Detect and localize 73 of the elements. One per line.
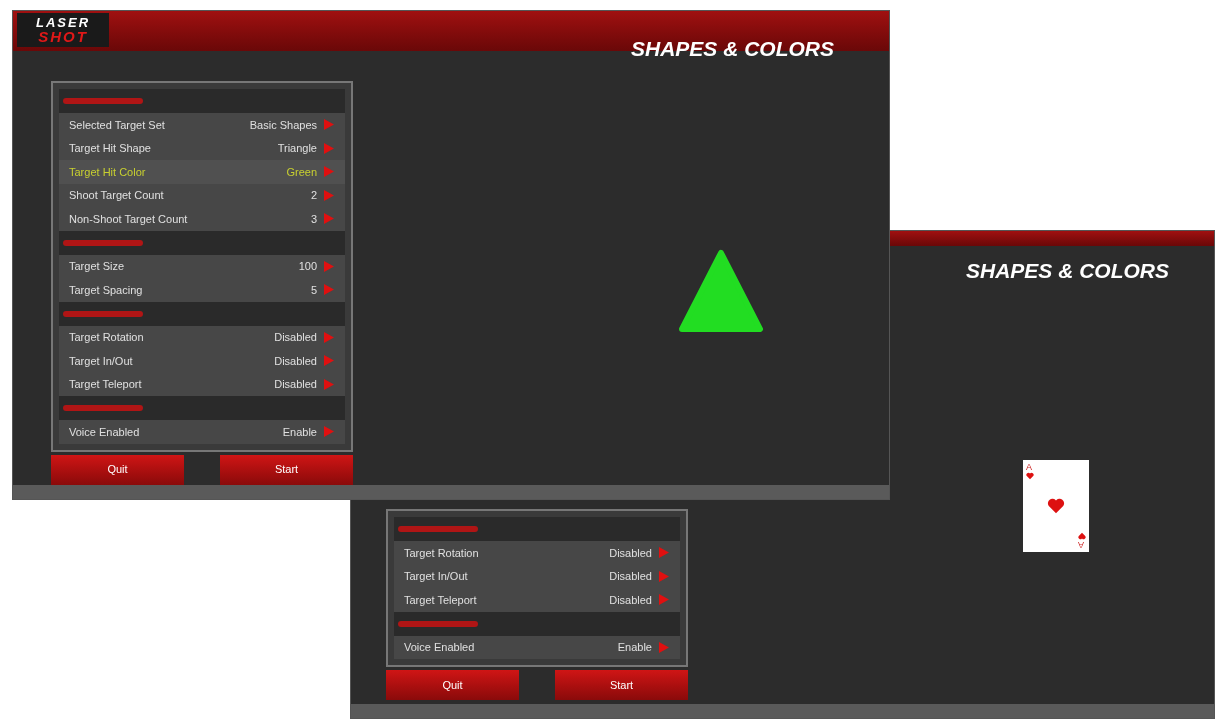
window-title: SHAPES & COLORS [965, 258, 1169, 284]
play-arrow-icon [323, 165, 335, 179]
setting-value: Disabled [274, 330, 317, 345]
menu-button[interactable]: Start [555, 670, 688, 700]
setting-row[interactable]: Target Size 100 [59, 254, 345, 278]
setting-label: Target Teleport [404, 592, 477, 608]
play-arrow-icon [323, 354, 335, 368]
setting-row[interactable]: Target Teleport Disabled [59, 372, 345, 396]
setting-row[interactable]: Target Spacing 5 [59, 278, 345, 302]
card-rank: A [1026, 463, 1032, 472]
setting-value: Disabled [274, 377, 317, 392]
setting-row[interactable]: Target Rotation Disabled [394, 541, 680, 565]
setting-value: 5 [310, 282, 317, 298]
setting-value: Basic Shapes [249, 117, 317, 133]
card-rank: A [1078, 540, 1084, 549]
setting-label: Target Size [69, 259, 125, 274]
play-arrow-icon [323, 118, 335, 132]
play-arrow-icon [658, 569, 670, 583]
setting-label: Target Rotation [69, 330, 144, 345]
setting-value: Enable [282, 424, 317, 440]
play-arrow-icon [323, 212, 335, 226]
setting-value: Triangle [277, 141, 317, 156]
setting-row[interactable]: Shoot Target Count 2 [59, 183, 345, 207]
setting-value: 3 [310, 211, 317, 227]
play-arrow-icon [323, 259, 335, 273]
setting-value: 2 [310, 188, 317, 203]
heart-icon [1026, 472, 1034, 480]
setting-value: Enable [617, 640, 652, 655]
setting-row[interactable]: Target Hit Color Green [59, 160, 345, 184]
logo-text: SHOT [38, 29, 88, 44]
window-title: SHAPES & COLORS [630, 36, 834, 62]
logo-text: LASER [35, 16, 91, 29]
play-arrow-icon [323, 283, 335, 297]
setting-value: Green [286, 164, 317, 180]
play-arrow-icon [658, 640, 670, 654]
setting-label: Target Spacing [69, 282, 143, 298]
setting-label: Target Rotation [404, 545, 479, 561]
setting-label: Voice Enabled [404, 640, 475, 655]
setting-label: Target In/Out [404, 569, 468, 584]
play-arrow-icon [658, 546, 670, 560]
setting-row[interactable]: Target In/Out Disabled [59, 349, 345, 373]
play-arrow-icon [323, 188, 335, 202]
setting-label: Target In/Out [69, 353, 133, 369]
play-arrow-icon [323, 141, 335, 155]
heart-icon [1078, 532, 1086, 540]
setting-value: Disabled [609, 545, 652, 561]
setting-label: Non-Shoot Target Count [69, 211, 188, 227]
setting-row[interactable]: Target Teleport Disabled [394, 588, 680, 612]
setting-value: 100 [298, 259, 317, 274]
play-arrow-icon [658, 593, 670, 607]
setting-label: Voice Enabled [69, 424, 140, 440]
play-arrow-icon [323, 377, 335, 391]
setting-row[interactable]: Non-Shoot Target Count 3 [59, 207, 345, 231]
menu-button[interactable]: Quit [51, 454, 184, 485]
play-arrow-icon [323, 425, 335, 439]
heart-icon [1047, 497, 1065, 515]
setting-label: Selected Target Set [69, 117, 165, 133]
setting-value: Disabled [609, 592, 652, 608]
menu-button[interactable]: Quit [386, 670, 519, 700]
setting-row[interactable]: Target Rotation Disabled [59, 325, 345, 349]
setting-value: Disabled [609, 569, 652, 584]
setting-row[interactable]: Target Hit Shape Triangle [59, 136, 345, 160]
setting-label: Target Hit Color [69, 164, 146, 180]
setting-label: Target Hit Shape [69, 141, 151, 156]
setting-row[interactable]: Voice Enabled Enable [59, 420, 345, 444]
setting-label: Target Teleport [69, 377, 142, 392]
setting-row[interactable]: Target In/Out Disabled [394, 564, 680, 588]
setting-label: Shoot Target Count [69, 188, 164, 203]
setting-row[interactable]: Voice Enabled Enable [394, 635, 680, 659]
setting-row[interactable]: Selected Target Set Basic Shapes [59, 113, 345, 137]
setting-value: Disabled [274, 353, 317, 369]
play-arrow-icon [323, 330, 335, 344]
menu-button[interactable]: Start [220, 454, 353, 485]
